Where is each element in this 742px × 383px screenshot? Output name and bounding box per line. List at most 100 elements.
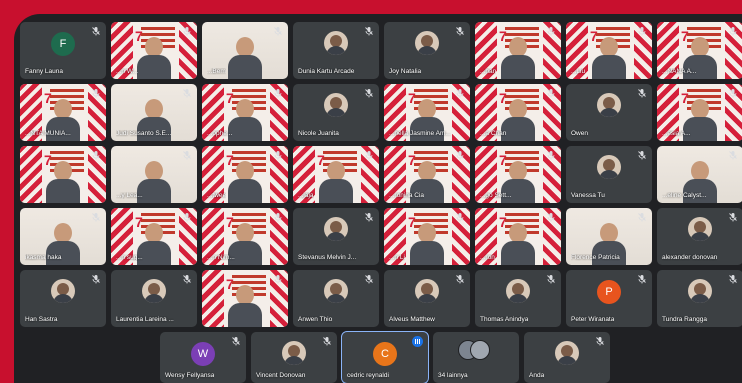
participant-tile[interactable]: ...y Lea...	[111, 146, 197, 203]
mic-off-icon	[273, 26, 283, 36]
avatar: P	[597, 280, 621, 304]
mic-off-icon	[728, 26, 738, 36]
participant-name: Thomas Anindya	[480, 316, 529, 323]
participant-tile[interactable]: 7 ...go Sett...	[475, 146, 561, 203]
participant-tile[interactable]: 7	[20, 146, 106, 203]
mic-off-icon	[637, 150, 647, 160]
participant-name: Vanessa Tu	[571, 192, 605, 199]
participant-tile[interactable]: 7 ...a Chan	[475, 84, 561, 141]
mic-off-icon	[182, 88, 192, 98]
mic-off-icon	[728, 212, 738, 222]
participant-tile[interactable]: 7 ...ophe...	[202, 84, 288, 141]
speaking-indicator-icon	[412, 336, 423, 347]
participant-tile[interactable]: Laurentia Lareina ...	[111, 270, 197, 327]
participant-tile[interactable]: Judi Susanto S.E...	[111, 84, 197, 141]
participant-name: Judi Susanto S.E...	[116, 130, 172, 137]
participant-tile[interactable]: Anwen Thio	[293, 270, 379, 327]
participant-tile[interactable]: alexander donovan	[657, 208, 742, 265]
participant-tile[interactable]: 7 ...NANA A...	[657, 22, 742, 79]
participant-tile[interactable]: 7 ...hella Jasmine Am...	[384, 84, 470, 141]
participant-name: alexander donovan	[662, 254, 718, 261]
mic-off-icon	[546, 274, 556, 284]
mic-off-icon	[182, 212, 192, 222]
red-frame: F Fanny Launa 7 ...n W... ...Bem Dunia Kartu …	[0, 0, 742, 383]
participant-name: Peter Wiranata	[571, 316, 615, 323]
participant-tile[interactable]: 34 lainnya	[433, 332, 519, 383]
mic-off-icon	[595, 336, 605, 346]
participant-name: Laurentia Lareina ...	[116, 316, 174, 323]
avatar: C	[373, 342, 397, 366]
participant-tile[interactable]: Dunia Kartu Arcade	[293, 22, 379, 79]
participant-tile[interactable]: 7 ...Liu	[566, 22, 652, 79]
mic-off-icon	[91, 26, 101, 36]
mic-off-icon	[455, 212, 465, 222]
participant-tile[interactable]: 7	[202, 270, 288, 327]
participant-tile[interactable]: Florence Patricia	[566, 208, 652, 265]
participant-name: Nicole Juanita	[298, 130, 339, 137]
participant-tile[interactable]: Owen	[566, 84, 652, 141]
participant-tile[interactable]: 7 ...ron	[475, 208, 561, 265]
participant-name: Fanny Launa	[25, 68, 63, 75]
participant-tile[interactable]: ...eline Calyst...	[657, 146, 742, 203]
participant-name: Joy Natalia	[389, 68, 422, 75]
mic-off-icon	[728, 88, 738, 98]
participant-tile[interactable]: Vincent Donovan	[251, 332, 337, 383]
participant-tile[interactable]: ikasma haka	[20, 208, 106, 265]
meet-grid-screen: F Fanny Launa 7 ...n W... ...Bem Dunia Kartu …	[14, 14, 742, 383]
avatar	[597, 155, 621, 179]
participant-tile[interactable]: 7 ...n Nim...	[202, 208, 288, 265]
participant-name: ...eline Calyst...	[662, 192, 707, 199]
mic-off-icon	[182, 274, 192, 284]
mic-off-icon	[546, 88, 556, 98]
participant-name: ...n sug...	[116, 254, 143, 261]
participant-tile[interactable]: Han Sastra	[20, 270, 106, 327]
avatar	[324, 217, 348, 241]
mic-off-icon	[637, 26, 647, 36]
participant-name: Owen	[571, 130, 588, 137]
participant-name: ikasma haka	[25, 254, 62, 261]
participant-tile[interactable]: Tundra Rangga	[657, 270, 742, 327]
mic-off-icon	[728, 150, 738, 160]
participant-tile[interactable]: Thomas Anindya	[475, 270, 561, 327]
avatar	[142, 279, 166, 303]
participant-tile[interactable]: Joy Natalia	[384, 22, 470, 79]
mic-off-icon	[455, 274, 465, 284]
participant-name: ...jaja	[298, 192, 314, 199]
mic-off-icon	[273, 274, 283, 284]
participant-tile[interactable]: 7 ...esia A...	[657, 84, 742, 141]
participant-tile[interactable]: Vanessa Tu	[566, 146, 652, 203]
participant-tile[interactable]: ...Bem	[202, 22, 288, 79]
participant-tile[interactable]: 7 ...n Li	[384, 208, 470, 265]
participant-tile[interactable]: Anda	[524, 332, 610, 383]
participant-name: ...y Lea...	[116, 192, 143, 199]
participant-name: Anwen Thio	[298, 316, 333, 323]
participant-tile[interactable]: F Fanny Launa	[20, 22, 106, 79]
participant-name: ...hella Jasmine Am...	[389, 130, 451, 137]
avatar	[51, 279, 75, 303]
avatar	[506, 279, 530, 303]
avatar: W	[191, 342, 215, 366]
participant-tile[interactable]: 7 ...ronina Cia	[384, 146, 470, 203]
avatar	[282, 341, 306, 365]
mic-off-icon	[91, 150, 101, 160]
participant-tile[interactable]: 7 ...n sug...	[111, 208, 197, 265]
participant-tile[interactable]: Nicole Juanita	[293, 84, 379, 141]
participant-tile[interactable]: 7 ...twee	[202, 146, 288, 203]
participant-tile[interactable]: Ccedric reynaldi	[341, 331, 429, 383]
participant-name: Dunia Kartu Arcade	[298, 68, 355, 75]
participant-name: cedric reynaldi	[347, 372, 389, 379]
participant-tile[interactable]: Alveus Matthew	[384, 270, 470, 327]
mic-off-icon	[728, 274, 738, 284]
participant-name: Stevanus Melvin J...	[298, 254, 357, 261]
participant-tile[interactable]: 7 ...n W...	[111, 22, 197, 79]
mic-off-icon	[364, 150, 374, 160]
participant-tile[interactable]: Stevanus Melvin J...	[293, 208, 379, 265]
participant-tile[interactable]: 7 ...han	[475, 22, 561, 79]
participant-tile[interactable]: P Peter Wiranata	[566, 270, 652, 327]
mic-off-icon	[182, 150, 192, 160]
avatar	[324, 93, 348, 117]
participant-tile[interactable]: 7 ...jaja	[293, 146, 379, 203]
participant-tile[interactable]: W Wensy Fellyansa	[160, 332, 246, 383]
avatar	[597, 93, 621, 117]
participant-tile[interactable]: 7 ...NTA MUNIA...	[20, 84, 106, 141]
